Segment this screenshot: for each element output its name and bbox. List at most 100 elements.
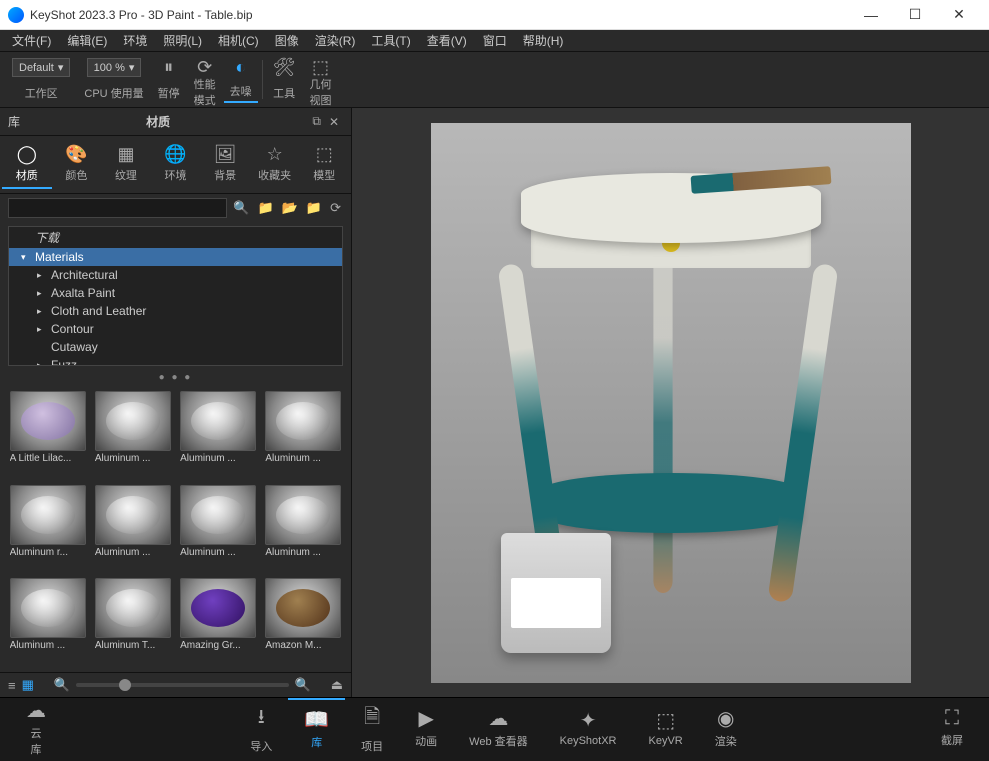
thumb-image xyxy=(95,578,171,638)
panel-title-center: 材质 xyxy=(108,113,208,130)
refresh-icon[interactable]: ⟳ xyxy=(328,200,343,216)
panel-title-left: 库 xyxy=(8,113,108,130)
pause-button[interactable]: ⏸ 暂停 xyxy=(152,56,186,103)
folder-icon[interactable]: 📁 xyxy=(256,200,276,216)
material-thumb[interactable]: Aluminum T... xyxy=(93,578,172,666)
geometry-view-button[interactable]: ⬚ 几何 视图 xyxy=(304,56,338,103)
render-button[interactable]: ◉渲染 xyxy=(699,698,753,758)
project-button[interactable]: 🗎项目 xyxy=(345,698,399,758)
library-tab-背景[interactable]: 🖼背景 xyxy=(200,140,250,189)
close-panel-icon[interactable]: ✕ xyxy=(325,113,343,131)
material-thumb[interactable]: Aluminum ... xyxy=(8,578,87,666)
material-thumb[interactable]: Aluminum ... xyxy=(93,391,172,479)
zoom-out-icon: 🔍 xyxy=(54,677,70,693)
grid-view-icon[interactable]: ▦ xyxy=(22,677,34,693)
minimize-button[interactable]: — xyxy=(849,1,893,29)
library-tab-模型[interactable]: ⬚模型 xyxy=(299,140,349,189)
menu-item[interactable]: 照明(L) xyxy=(155,30,210,51)
search-input[interactable] xyxy=(8,198,227,218)
tree-item[interactable]: ▸Fuzz xyxy=(9,356,342,366)
cube-icon: ⬚ xyxy=(312,58,329,76)
tree-item[interactable]: ▸Architectural xyxy=(9,266,342,284)
thumb-label: Aluminum ... xyxy=(95,547,171,558)
thumb-size-slider[interactable] xyxy=(76,683,288,687)
cpu-label: CPU 使用量 xyxy=(84,85,143,101)
search-icon[interactable]: 🔍 xyxy=(231,200,251,216)
tab-icon: ⬚ xyxy=(316,144,333,165)
menu-item[interactable]: 编辑(E) xyxy=(59,30,115,51)
menu-item[interactable]: 文件(F) xyxy=(4,30,59,51)
keyshotxr-button[interactable]: ✦KeyShotXR xyxy=(544,698,633,758)
tools-button[interactable]: 🛠 工具 xyxy=(267,56,302,103)
thumb-label: Aluminum T... xyxy=(95,640,171,651)
material-thumb[interactable]: Aluminum r... xyxy=(8,485,87,573)
web-viewer-button[interactable]: ☁Web 查看器 xyxy=(453,698,543,758)
cloud-library-icon: ☁ xyxy=(26,698,46,723)
thumb-image xyxy=(10,391,86,451)
material-tree: 下载▾Materials▸Architectural▸Axalta Paint▸… xyxy=(8,226,343,366)
perf-mode-button[interactable]: ⟳ 性能 模式 xyxy=(188,56,222,103)
menu-item[interactable]: 帮助(H) xyxy=(515,30,572,51)
import-button[interactable]: ⭳导入 xyxy=(234,698,288,758)
material-thumb[interactable]: Aluminum ... xyxy=(179,485,258,573)
maximize-button[interactable]: ☐ xyxy=(893,1,937,29)
list-view-icon[interactable]: ≡ xyxy=(8,678,16,693)
preset-dropdown[interactable]: Default▾ xyxy=(12,58,70,77)
keyvr-button[interactable]: ⬚KeyVR xyxy=(633,698,699,758)
tree-item[interactable]: ▾Materials xyxy=(9,248,342,266)
caret-icon: ▸ xyxy=(37,360,47,367)
menu-item[interactable]: 查看(V) xyxy=(419,30,475,51)
tree-item[interactable]: Cutaway xyxy=(9,338,342,356)
screenshot-button[interactable]: ⛶截屏 xyxy=(925,703,979,752)
keyvr-icon: ⬚ xyxy=(656,708,675,733)
material-thumb[interactable]: Amazon M... xyxy=(264,578,343,666)
material-thumb[interactable]: Amazing Gr... xyxy=(179,578,258,666)
menu-item[interactable]: 相机(C) xyxy=(210,30,267,51)
menubar: 文件(F)编辑(E)环境照明(L)相机(C)图像渲染(R)工具(T)查看(V)窗… xyxy=(0,30,989,52)
material-thumb[interactable]: Aluminum ... xyxy=(93,485,172,573)
material-thumb[interactable]: Aluminum ... xyxy=(264,391,343,479)
wrench-icon: 🛠 xyxy=(273,58,296,76)
library-button[interactable]: 📖库 xyxy=(288,698,345,758)
web-viewer-icon: ☁ xyxy=(488,706,508,731)
import-material-icon[interactable]: ⏏ xyxy=(331,677,343,693)
library-tab-材质[interactable]: ◯材质 xyxy=(2,140,52,189)
menu-item[interactable]: 渲染(R) xyxy=(307,30,364,51)
window-title: KeyShot 2023.3 Pro - 3D Paint - Table.bi… xyxy=(30,8,849,22)
thumb-label: Aluminum ... xyxy=(265,547,341,558)
library-tab-颜色[interactable]: 🎨颜色 xyxy=(52,140,102,189)
tree-item[interactable]: ▸Contour xyxy=(9,320,342,338)
thumb-label: Aluminum ... xyxy=(265,453,341,464)
denoise-button[interactable]: ◐ 去噪 xyxy=(224,56,258,103)
menu-item[interactable]: 工具(T) xyxy=(363,30,418,51)
splitter-handle[interactable]: ● ● ● xyxy=(0,370,351,385)
thumb-label: Aluminum ... xyxy=(180,547,256,558)
tree-item[interactable]: ▸Cloth and Leather xyxy=(9,302,342,320)
tab-icon: ☆ xyxy=(267,144,283,165)
folder-open-icon[interactable]: 📁 xyxy=(304,200,324,216)
thumb-label: Amazing Gr... xyxy=(180,640,256,651)
cloud-library-button[interactable]: ☁云 库 xyxy=(10,694,62,761)
library-panel: 库 材质 ⧉ ✕ ◯材质🎨颜色▦纹理🌐环境🖼背景☆收藏夹⬚模型 🔍 📁 📂 📁 … xyxy=(0,108,352,697)
thumb-image xyxy=(180,391,256,451)
library-tab-环境[interactable]: 🌐环境 xyxy=(151,140,201,189)
menu-item[interactable]: 窗口 xyxy=(475,30,515,51)
tab-icon: 🎨 xyxy=(65,144,87,165)
render-viewport[interactable] xyxy=(352,108,989,697)
folder-add-icon[interactable]: 📂 xyxy=(280,200,300,216)
tree-item[interactable]: ▸Axalta Paint xyxy=(9,284,342,302)
animation-button[interactable]: ▶动画 xyxy=(399,698,453,758)
caret-icon: ▸ xyxy=(37,270,47,281)
library-tab-纹理[interactable]: ▦纹理 xyxy=(101,140,151,189)
library-tab-收藏夹[interactable]: ☆收藏夹 xyxy=(250,140,300,189)
material-thumb[interactable]: A Little Lilac... xyxy=(8,391,87,479)
caret-icon: ▸ xyxy=(37,306,47,317)
zoom-dropdown[interactable]: 100 %▾ xyxy=(87,58,142,77)
undock-icon[interactable]: ⧉ xyxy=(308,112,325,131)
material-thumb[interactable]: Aluminum ... xyxy=(179,391,258,479)
menu-item[interactable]: 图像 xyxy=(267,30,307,51)
material-thumb[interactable]: Aluminum ... xyxy=(264,485,343,573)
tree-item[interactable]: 下载 xyxy=(9,227,342,248)
menu-item[interactable]: 环境 xyxy=(115,30,155,51)
close-button[interactable]: ✕ xyxy=(937,1,981,29)
